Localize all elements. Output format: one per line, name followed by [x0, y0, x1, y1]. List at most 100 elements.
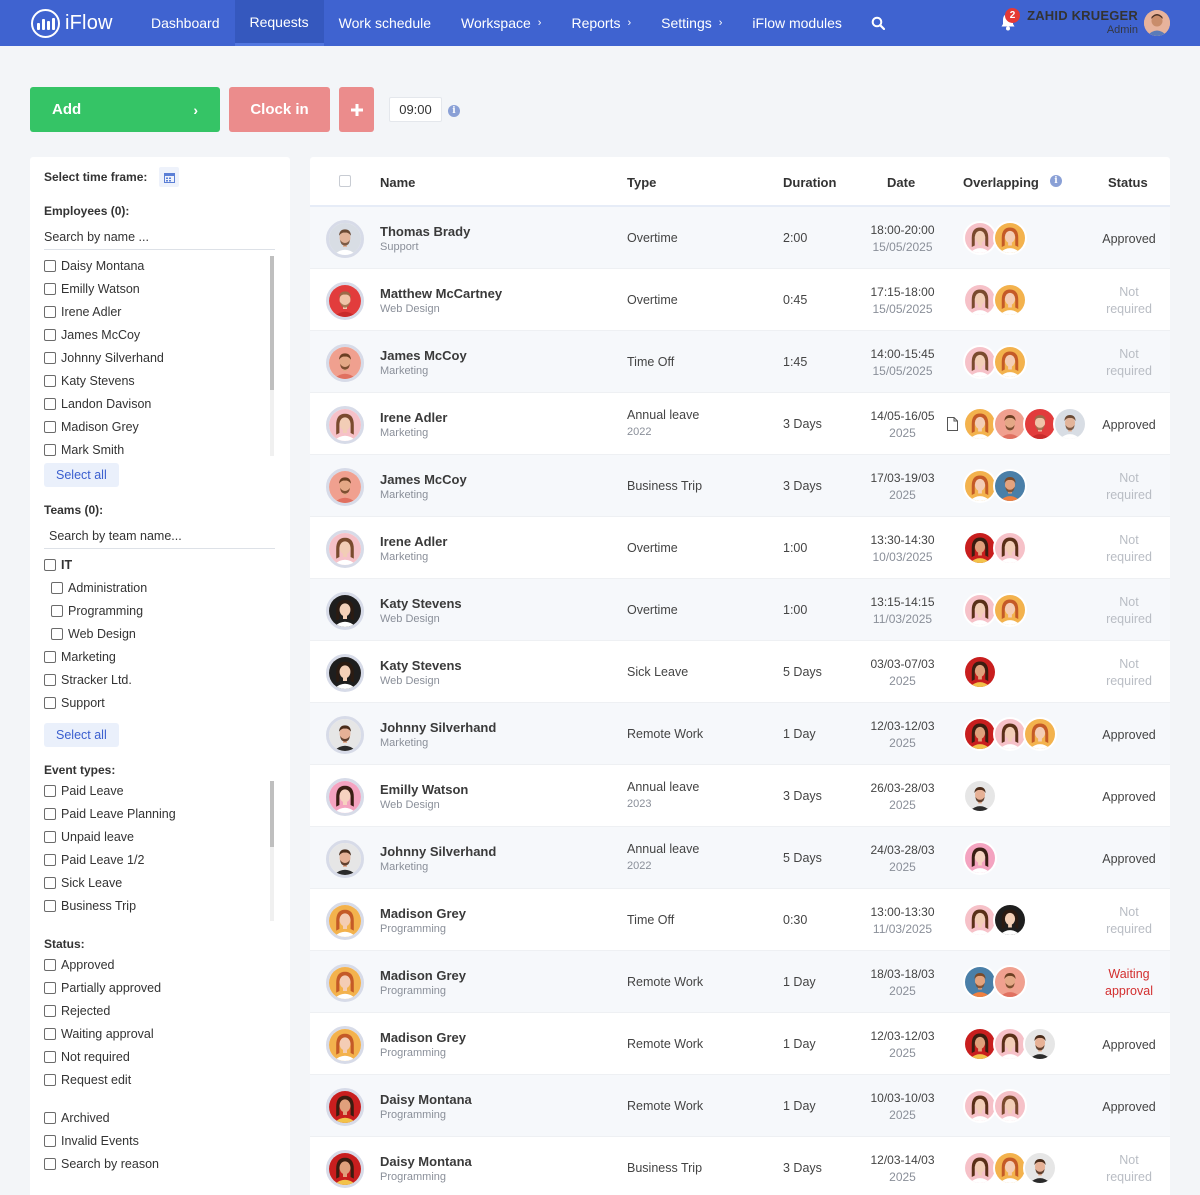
- employee-name[interactable]: Irene Adler: [380, 534, 447, 549]
- avatar[interactable]: [326, 1026, 364, 1064]
- add-button[interactable]: Add ›: [30, 87, 220, 132]
- checkbox[interactable]: [44, 785, 56, 797]
- employee-name[interactable]: Katy Stevens: [380, 658, 462, 673]
- overlap-avatar[interactable]: [1023, 717, 1057, 751]
- overlap-avatar[interactable]: [993, 1151, 1027, 1185]
- overlap-avatar[interactable]: [993, 1027, 1027, 1061]
- nav-search-button[interactable]: [857, 0, 899, 46]
- overlap-avatar[interactable]: [993, 469, 1027, 503]
- table-row[interactable]: Madison Grey Programming Time Off 0:30 13:00…: [310, 889, 1170, 951]
- overlap-avatar[interactable]: [1023, 1027, 1057, 1061]
- checkbox[interactable]: [44, 329, 56, 341]
- nav-item-settings[interactable]: Settings ›: [646, 0, 737, 46]
- checkbox[interactable]: [44, 559, 56, 571]
- overlap-avatar[interactable]: [963, 1089, 997, 1123]
- user-menu[interactable]: ZAHID KRUEGER Admin: [1027, 8, 1138, 36]
- overlap-avatar[interactable]: [993, 407, 1027, 441]
- column-status[interactable]: Status: [1108, 175, 1148, 190]
- overlap-avatar[interactable]: [993, 593, 1027, 627]
- calendar-button[interactable]: [159, 167, 179, 187]
- checkbox[interactable]: [51, 605, 63, 617]
- team-checkbox[interactable]: Programming: [51, 602, 143, 620]
- event-type-checkbox[interactable]: Unpaid leave: [44, 828, 134, 846]
- status-checkbox[interactable]: Waiting approval: [44, 1025, 154, 1043]
- info-icon[interactable]: i: [448, 105, 460, 117]
- overlap-avatar[interactable]: [963, 593, 997, 627]
- team-checkbox[interactable]: Marketing: [44, 648, 116, 666]
- employee-list-scrollbar[interactable]: [270, 256, 274, 456]
- nav-item-requests[interactable]: Requests: [234, 0, 324, 46]
- overlap-avatar[interactable]: [963, 717, 997, 751]
- nav-item-workspace[interactable]: Workspace ›: [446, 0, 556, 46]
- overlap-avatar[interactable]: [993, 221, 1027, 255]
- employee-search-input[interactable]: Search by name ...: [44, 224, 275, 250]
- table-row[interactable]: Madison Grey Programming Remote Work 1 Day 1…: [310, 1013, 1170, 1075]
- checkbox[interactable]: [44, 283, 56, 295]
- table-row[interactable]: Emilly Watson Web Design Annual leave 2023 3…: [310, 765, 1170, 827]
- table-row[interactable]: Thomas Brady Support Overtime 2:00 18:00-20:…: [310, 207, 1170, 269]
- table-row[interactable]: Daisy Montana Programming Remote Work 1 Day…: [310, 1075, 1170, 1137]
- employee-checkbox[interactable]: James McCoy: [44, 326, 140, 344]
- checkbox[interactable]: [44, 854, 56, 866]
- table-row[interactable]: Katy Stevens Web Design Overtime 1:00 13:15-…: [310, 579, 1170, 641]
- team-checkbox[interactable]: Support: [44, 694, 105, 712]
- avatar[interactable]: [326, 840, 364, 878]
- checkbox[interactable]: [51, 628, 63, 640]
- checkbox[interactable]: [44, 877, 56, 889]
- status-checkbox[interactable]: Request edit: [44, 1071, 131, 1089]
- avatar[interactable]: [326, 964, 364, 1002]
- checkbox[interactable]: [44, 306, 56, 318]
- overlap-avatar[interactable]: [1053, 407, 1087, 441]
- clock-in-button[interactable]: Clock in: [229, 87, 330, 132]
- checkbox[interactable]: [44, 398, 56, 410]
- event-type-checkbox[interactable]: Paid Leave 1/2: [44, 851, 144, 869]
- avatar[interactable]: [326, 530, 364, 568]
- checkbox[interactable]: [44, 1005, 56, 1017]
- overlap-avatar[interactable]: [993, 903, 1027, 937]
- nav-item-dashboard[interactable]: Dashboard: [136, 0, 235, 46]
- select-all-employees-button[interactable]: Select all: [44, 463, 119, 487]
- checkbox[interactable]: [44, 1135, 56, 1147]
- team-checkbox[interactable]: Stracker Ltd.: [44, 671, 132, 689]
- avatar[interactable]: [326, 468, 364, 506]
- checkbox[interactable]: [44, 808, 56, 820]
- checkbox[interactable]: [44, 1028, 56, 1040]
- avatar[interactable]: [326, 406, 364, 444]
- checkbox[interactable]: [44, 1051, 56, 1063]
- employee-name[interactable]: Madison Grey: [380, 906, 466, 921]
- employee-name[interactable]: Daisy Montana: [380, 1154, 472, 1169]
- table-row[interactable]: Johnny Silverhand Marketing Remote Work 1 D…: [310, 703, 1170, 765]
- event-type-checkbox[interactable]: Paid Leave: [44, 782, 124, 800]
- checkbox[interactable]: [44, 900, 56, 912]
- select-all-rows-checkbox[interactable]: [339, 175, 351, 187]
- checkbox[interactable]: [44, 674, 56, 686]
- overlap-avatar[interactable]: [1023, 407, 1057, 441]
- overlap-avatar[interactable]: [993, 531, 1027, 565]
- status-checkbox[interactable]: Rejected: [44, 1002, 110, 1020]
- employee-name[interactable]: James McCoy: [380, 348, 467, 363]
- employee-checkbox[interactable]: Emilly Watson: [44, 280, 140, 298]
- select-all-teams-button[interactable]: Select all: [44, 723, 119, 747]
- overlap-avatar[interactable]: [993, 717, 1027, 751]
- status-checkbox[interactable]: Approved: [44, 956, 115, 974]
- checkbox[interactable]: [44, 1074, 56, 1086]
- column-date[interactable]: Date: [887, 175, 915, 190]
- overlap-avatar[interactable]: [963, 283, 997, 317]
- overlap-avatar[interactable]: [963, 779, 997, 813]
- overlap-avatar[interactable]: [963, 407, 997, 441]
- event-type-checkbox[interactable]: Sick Leave: [44, 874, 122, 892]
- nav-item-reports[interactable]: Reports ›: [556, 0, 646, 46]
- checkbox[interactable]: [44, 260, 56, 272]
- employee-name[interactable]: Madison Grey: [380, 968, 466, 983]
- employee-name[interactable]: James McCoy: [380, 472, 467, 487]
- table-row[interactable]: Irene Adler Marketing Annual leave 2022 3 Da…: [310, 393, 1170, 455]
- avatar[interactable]: [326, 1150, 364, 1188]
- employee-name[interactable]: Johnny Silverhand: [380, 720, 496, 735]
- event-list-scrollbar[interactable]: [270, 781, 274, 921]
- table-row[interactable]: Katy Stevens Web Design Sick Leave 5 Days 03…: [310, 641, 1170, 703]
- avatar[interactable]: [326, 344, 364, 382]
- team-checkbox[interactable]: IT: [44, 556, 72, 574]
- employee-checkbox[interactable]: Daisy Montana: [44, 257, 144, 275]
- overlap-avatar[interactable]: [1023, 1151, 1057, 1185]
- table-row[interactable]: Irene Adler Marketing Overtime 1:00 13:30-14…: [310, 517, 1170, 579]
